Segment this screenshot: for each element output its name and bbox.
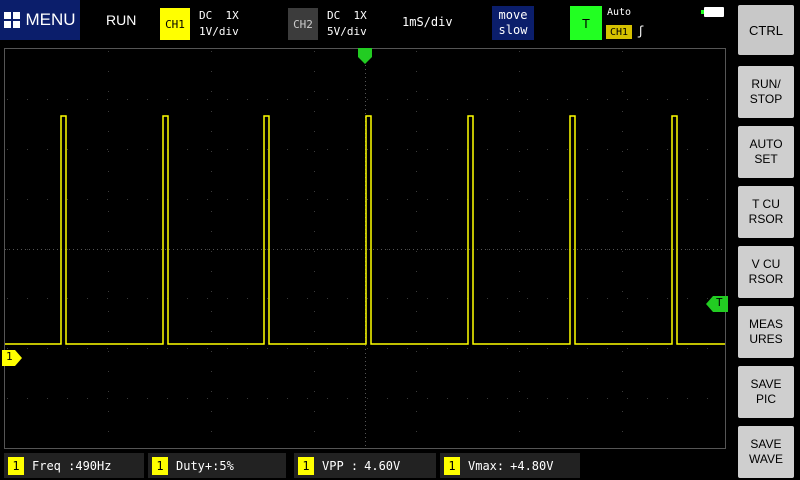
trigger-level-marker[interactable]: T	[706, 296, 728, 312]
ch2-settings[interactable]: DC 1X 5V/div	[327, 8, 367, 40]
ch1-badge[interactable]: CH1	[160, 8, 190, 40]
battery-icon	[701, 7, 724, 17]
v-cursor-button[interactable]: V CU RSOR	[738, 246, 794, 298]
run-stop-button[interactable]: RUN/ STOP	[738, 66, 794, 118]
menu-label: MENU	[25, 10, 76, 29]
measure-label: Freq :	[32, 458, 76, 473]
t-cursor-button[interactable]: T CU RSOR	[738, 186, 794, 238]
measure-channel: 1	[152, 456, 168, 475]
ch1-offset-marker[interactable]: 1	[2, 350, 22, 366]
ch1-scale: 1V/div	[199, 25, 239, 38]
trigger-marker-label: T	[716, 296, 723, 309]
ctrl-button[interactable]: CTRL	[738, 5, 794, 55]
measure-channel: 1	[444, 456, 460, 475]
measure-value: 5%	[219, 458, 234, 473]
measure-frequency[interactable]: 1 Freq : 490Hz	[4, 453, 144, 478]
measure-value: +4.80V	[510, 458, 554, 473]
ch1-coupling: DC 1X	[199, 9, 239, 22]
move-speed: slow	[498, 23, 528, 37]
run-status[interactable]: RUN	[106, 12, 136, 28]
trigger-source[interactable]: CH1	[606, 25, 632, 39]
pwm-waveform	[5, 115, 725, 345]
measures-button[interactable]: MEAS URES	[738, 306, 794, 358]
measure-label: Vmax:	[468, 458, 505, 473]
auto-set-button[interactable]: AUTO SET	[738, 126, 794, 178]
trigger-mode[interactable]: Auto	[607, 7, 631, 18]
trigger-badge[interactable]: T	[570, 6, 602, 40]
ch2-scale: 5V/div	[327, 25, 367, 38]
measure-label: VPP :	[322, 458, 359, 473]
measure-vmax[interactable]: 1 Vmax: +4.80V	[440, 453, 580, 478]
move-label: move	[498, 8, 528, 22]
ch1-marker-label: 1	[6, 350, 13, 363]
measure-channel: 1	[298, 456, 314, 475]
move-speed-button[interactable]: move slow	[492, 6, 534, 40]
waveform-display[interactable]	[4, 48, 726, 449]
measure-label: Duty+:	[176, 458, 220, 473]
measure-value: 490Hz	[75, 458, 112, 473]
save-pic-button[interactable]: SAVE PIC	[738, 366, 794, 418]
ch2-coupling: DC 1X	[327, 9, 367, 22]
measure-channel: 1	[8, 456, 24, 475]
ch2-badge[interactable]: CH2	[288, 8, 318, 40]
measure-duty[interactable]: 1 Duty+: 5%	[148, 453, 286, 478]
menu-button[interactable]: MENU	[0, 0, 80, 40]
measure-vpp[interactable]: 1 VPP : 4.60V	[294, 453, 436, 478]
timebase[interactable]: 1mS/div	[402, 15, 453, 29]
rising-edge-icon[interactable]: ʃ	[637, 24, 644, 38]
ch1-trace	[5, 115, 725, 345]
measure-value: 4.60V	[364, 458, 401, 473]
save-wave-button[interactable]: SAVE WAVE	[738, 426, 794, 478]
trigger-position-marker[interactable]	[358, 48, 372, 64]
grid-menu-icon	[4, 12, 21, 28]
ch1-settings[interactable]: DC 1X 1V/div	[199, 8, 239, 40]
